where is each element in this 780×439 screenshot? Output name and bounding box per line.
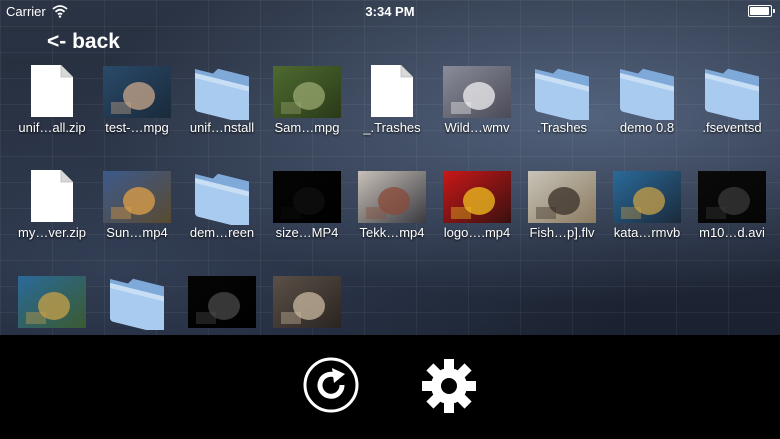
- video-item[interactable]: Sun…mp4: [94, 167, 180, 263]
- folder-item[interactable]: .fseventsd: [689, 62, 775, 158]
- refresh-button[interactable]: [302, 356, 360, 414]
- file-name: test-…mpg: [105, 120, 169, 135]
- refresh-icon: [303, 357, 359, 413]
- video-thumbnail: [103, 66, 171, 123]
- video-thumbnail: [273, 66, 341, 123]
- file-name: dem…reen: [189, 225, 255, 240]
- file-name: my…ver.zip: [18, 225, 86, 240]
- file-name: Tekk…mp4: [359, 225, 425, 240]
- settings-button[interactable]: [420, 359, 478, 417]
- file-name: .fseventsd: [702, 120, 762, 135]
- video-thumbnail: [103, 171, 171, 228]
- file-name: logo….mp4: [443, 225, 511, 240]
- file-item[interactable]: _.Trashes: [349, 62, 435, 158]
- file-name: Sam…mpg: [274, 120, 340, 135]
- video-item[interactable]: logo….mp4: [434, 167, 520, 263]
- folder-item[interactable]: unif…nstall: [179, 62, 265, 158]
- video-thumbnail: [613, 171, 681, 228]
- video-thumbnail: [443, 171, 511, 228]
- video-item[interactable]: Sam…mpg: [264, 62, 350, 158]
- file-name: .Trashes: [536, 120, 588, 135]
- file-name: kata…rmvb: [613, 225, 681, 240]
- file-name: size…MP4: [275, 225, 339, 240]
- video-item[interactable]: size…MP4: [264, 167, 350, 263]
- video-thumbnail: [358, 171, 426, 228]
- file-name: Fish…p].flv: [529, 225, 595, 240]
- video-thumbnail: [273, 171, 341, 228]
- file-name: unif…nstall: [189, 120, 255, 135]
- bottom-toolbar: [0, 335, 780, 439]
- video-item[interactable]: m10…d.avi: [689, 167, 775, 263]
- file-name: demo 0.8: [619, 120, 675, 135]
- video-item[interactable]: Wild…wmv: [434, 62, 520, 158]
- video-thumbnail: [18, 276, 86, 333]
- file-item[interactable]: my…ver.zip: [9, 167, 95, 263]
- video-item[interactable]: test-…mpg: [94, 62, 180, 158]
- file-item[interactable]: unif…all.zip: [9, 62, 95, 158]
- document-icon: [29, 63, 75, 124]
- video-thumbnail: [188, 276, 256, 333]
- folder-item[interactable]: dem…reen: [179, 167, 265, 263]
- video-thumbnail: [273, 276, 341, 333]
- folder-item[interactable]: demo 0.8: [604, 62, 690, 158]
- folder-icon: [106, 272, 168, 335]
- file-name: _.Trashes: [363, 120, 421, 135]
- folder-icon: [701, 62, 763, 125]
- video-item[interactable]: Tekk…mp4: [349, 167, 435, 263]
- video-thumbnail: [698, 171, 766, 228]
- video-thumbnail: [443, 66, 511, 123]
- gear-icon: [422, 359, 476, 413]
- video-item[interactable]: Fish…p].flv: [519, 167, 605, 263]
- file-name: Wild…wmv: [444, 120, 510, 135]
- folder-icon: [191, 167, 253, 230]
- document-icon: [29, 168, 75, 229]
- document-icon: [369, 63, 415, 124]
- file-name: unif…all.zip: [18, 120, 86, 135]
- video-thumbnail: [528, 171, 596, 228]
- file-grid: unif…all.zip test-…mpg unif…nstall Sam…mpg _…: [0, 0, 780, 335]
- video-item[interactable]: kata…rmvb: [604, 167, 690, 263]
- file-name: Sun…mp4: [106, 225, 168, 240]
- folder-icon: [616, 62, 678, 125]
- folder-item[interactable]: .Trashes: [519, 62, 605, 158]
- screen: Carrier 3:34 PM <- back unif…all.zip test…: [0, 0, 780, 439]
- folder-icon: [531, 62, 593, 125]
- folder-icon: [191, 62, 253, 125]
- file-name: m10…d.avi: [699, 225, 765, 240]
